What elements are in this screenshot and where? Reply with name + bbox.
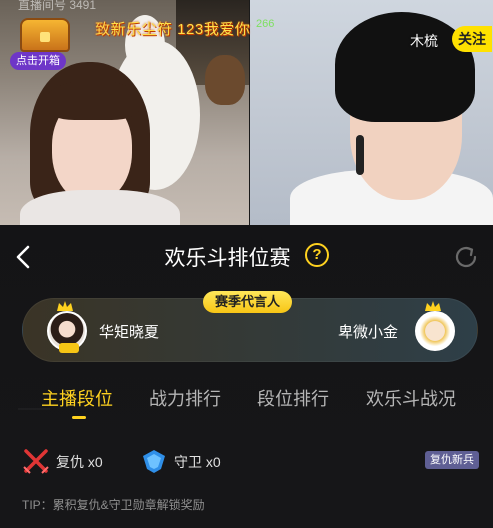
tab-tier-rank[interactable]: 段位排行 (257, 385, 329, 411)
tab-battle-status[interactable]: 欢乐斗战况 (366, 385, 456, 411)
teddy-bear (205, 55, 245, 105)
season-spokesperson-card: 赛季代言人 华矩晓夏 卑微小金 (22, 291, 478, 362)
streamer-hair (335, 12, 475, 122)
tab-power-rank[interactable]: 战力排行 (149, 385, 221, 411)
room-id-text: 直播间号 3491 (18, 0, 97, 12)
rank-badge-icon (59, 343, 79, 353)
active-tab-indicator (72, 416, 86, 419)
crossed-swords-icon (23, 449, 49, 474)
streamer-name[interactable]: 木梳 (410, 31, 438, 51)
guard-stat: 守卫 x0 (140, 445, 240, 477)
banner-prefix: 致 (95, 21, 111, 38)
revenge-count: 复仇 x0 (56, 454, 103, 470)
earphone (356, 135, 364, 175)
open-chest-button[interactable]: 点击开箱 (10, 52, 66, 70)
male-spokesperson-name[interactable]: 卑微小金 (338, 321, 398, 342)
video-area: 直播间号 3491 点击开箱 致新乐尘符 123我爱你 266 木梳 关注 (0, 0, 493, 225)
guard-count: 守卫 x0 (174, 454, 221, 470)
crown-icon (425, 301, 441, 311)
banner-body: 新乐尘符 123我爱你 (110, 21, 251, 38)
tab-anchor-rank[interactable]: 主播段位 (41, 385, 113, 411)
help-icon[interactable]: ? (305, 243, 329, 267)
revenge-newbie-badge: 复仇新兵 (425, 451, 479, 469)
tab-bar: 主播段位 战力排行 段位排行 欢乐斗战况 (0, 385, 493, 415)
live-room-screen: 直播间号 3491 点击开箱 致新乐尘符 123我爱你 266 木梳 关注 ——… (0, 0, 493, 528)
avatar[interactable] (415, 311, 455, 351)
ranking-panel: —— 欢乐斗排位赛 ? 赛季代言人 华矩晓夏 卑微小金 主播段位 战力排行 段位… (0, 225, 493, 528)
follow-button[interactable]: 关注 (452, 26, 492, 52)
shield-icon (143, 450, 165, 473)
female-spokesperson-name[interactable]: 华矩晓夏 (99, 321, 159, 342)
revenge-stat: 复仇 x0 (22, 445, 122, 477)
chest-lock-icon (40, 32, 50, 42)
refresh-icon (455, 246, 477, 268)
refresh-button[interactable] (452, 243, 480, 271)
stats-row: 复仇 x0 守卫 x0 (0, 445, 493, 477)
panel-title: 欢乐斗排位赛 (164, 247, 291, 270)
streamer-body (20, 190, 180, 225)
gift-count-tag: 266 (256, 18, 275, 30)
streamer-bangs (46, 80, 140, 120)
season-spokesperson-badge: 赛季代言人 (203, 291, 293, 313)
crown-icon (57, 301, 73, 311)
banner-message: 致新乐尘符 123我爱你 (95, 18, 250, 39)
tip-text: TIP：累积复仇&守卫勋章解锁奖励 (22, 498, 205, 512)
